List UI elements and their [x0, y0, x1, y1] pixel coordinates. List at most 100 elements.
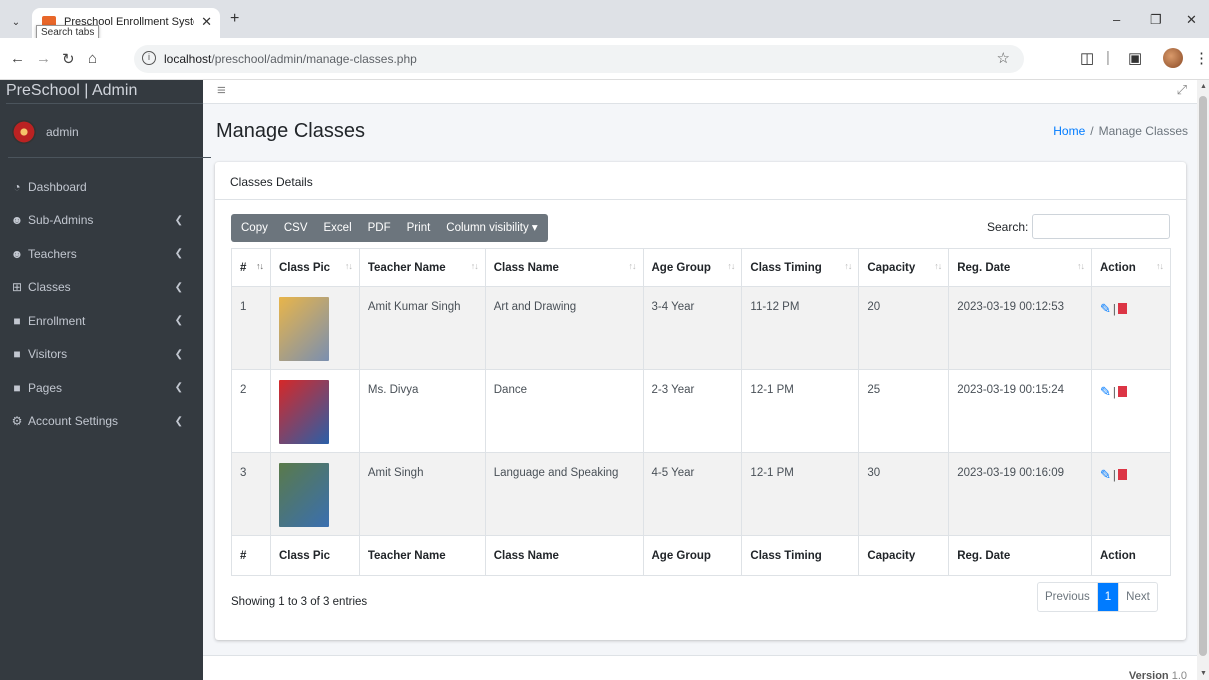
sidebar-item-visitors[interactable]: ■ Visitors ❮ — [0, 338, 203, 372]
back-icon[interactable]: ← — [10, 50, 25, 67]
side-panel-icon[interactable]: ▣ — [1128, 49, 1142, 67]
users-icon: ☻ — [10, 246, 24, 261]
reg-date: 2023-03-19 00:12:53 — [948, 286, 1092, 370]
fullscreen-icon[interactable]: ⤢ — [1177, 82, 1187, 98]
class-timing: 12-1 PM — [741, 369, 860, 453]
edit-icon[interactable]: ✎ — [1100, 467, 1111, 482]
action-separator: | — [1112, 470, 1116, 482]
search-input[interactable] — [1032, 214, 1170, 239]
next-page-button[interactable]: Next — [1118, 583, 1157, 611]
footer-class-timing: Class Timing — [741, 535, 860, 576]
sidebar-item-label: Pages — [28, 380, 63, 395]
chevron-left-icon: ❮ — [174, 415, 183, 427]
user-name[interactable]: admin — [46, 125, 79, 139]
column-header-action[interactable]: Action ↑↓ — [1091, 248, 1171, 287]
column-header-number[interactable]: # ↑↓ — [231, 248, 271, 287]
tab-close-icon[interactable]: ✕ — [201, 14, 212, 30]
excel-button[interactable]: Excel — [316, 214, 360, 242]
pagination: Previous 1 Next — [1037, 582, 1158, 612]
profile-avatar[interactable] — [1163, 48, 1183, 68]
sort-icon: ↑↓ — [934, 261, 942, 271]
teacher-name: Amit Singh — [358, 452, 486, 536]
trash-icon[interactable] — [1117, 469, 1127, 480]
scroll-down-icon[interactable]: ▼ — [1200, 670, 1207, 677]
table-footer-row: # Class Pic Teacher Name Class Name Age … — [231, 535, 1171, 576]
age-group: 4-5 Year — [642, 452, 743, 536]
column-header-reg-date[interactable]: Reg. Date ↑↓ — [948, 248, 1092, 287]
column-header-capacity[interactable]: Capacity ↑↓ — [858, 248, 950, 287]
sidebar-item-teachers[interactable]: ☻ Teachers ❮ — [0, 237, 203, 271]
sidebar-item-label: Visitors — [28, 347, 68, 362]
pdf-button[interactable]: PDF — [360, 214, 399, 242]
url-field[interactable]: i localhost/preschool/admin/manage-class… — [134, 45, 1024, 73]
browser-tab-bar: ⌄ Preschool Enrollment System | ✕ Search… — [0, 0, 1209, 40]
brand-link[interactable]: PreSchool | Admin — [6, 80, 203, 104]
classes-table: # ↑↓ Class Pic ↑↓ Teacher Name ↑↓ Class Nam… — [231, 248, 1171, 576]
column-visibility-button[interactable]: Column visibility ▾ — [438, 214, 547, 242]
sidebar-item-enrollment[interactable]: ■ Enrollment ❮ — [0, 304, 203, 338]
copy-button[interactable]: Copy — [231, 214, 276, 242]
sidebar-item-label: Enrollment — [28, 313, 86, 328]
sidebar-item-label: Account Settings — [28, 414, 119, 429]
extensions-icon[interactable]: ◫ — [1080, 49, 1094, 67]
version-text: Version 1.0 — [1128, 670, 1187, 680]
sidebar-item-dashboard[interactable]: ◔ Dashboard — [0, 170, 203, 204]
table-row: 3 Amit Singh Language and Speaking 4-5 Year… — [231, 452, 1171, 536]
bookmark-star-icon[interactable]: ☆ — [997, 49, 1010, 67]
url-host: localhost — [164, 52, 212, 66]
menu-toggle-icon[interactable]: ≡ — [217, 82, 226, 99]
home-icon[interactable]: ⌂ — [88, 50, 97, 67]
sidebar-item-sub-admins[interactable]: ☻ Sub-Admins ❮ — [0, 204, 203, 238]
column-header-age-group[interactable]: Age Group ↑↓ — [642, 248, 743, 287]
browser-menu-icon[interactable]: ⋮ — [1194, 49, 1209, 67]
sort-asc-icon: ↑↓ — [255, 261, 264, 271]
window-close-icon[interactable]: ✕ — [1186, 12, 1197, 28]
sidebar-item-pages[interactable]: ■ Pages ❮ — [0, 371, 203, 405]
action-separator: | — [1112, 387, 1116, 399]
age-group: 3-4 Year — [642, 286, 743, 370]
column-header-class-name[interactable]: Class Name ↑↓ — [484, 248, 644, 287]
row-number: 2 — [231, 369, 271, 453]
user-panel: admin — [8, 114, 211, 158]
previous-page-button[interactable]: Previous — [1038, 583, 1097, 611]
column-header-teacher-name[interactable]: Teacher Name ↑↓ — [358, 248, 486, 287]
restore-icon[interactable]: ❐ — [1150, 12, 1162, 28]
row-actions: ✎ | — [1091, 452, 1171, 536]
sidebar-item-classes[interactable]: ⊞ Classes ❮ — [0, 271, 203, 305]
class-name: Art and Drawing — [484, 286, 644, 370]
page-scrollbar[interactable]: ▲ ▼ — [1197, 80, 1209, 680]
row-number: 3 — [231, 452, 271, 536]
page-1-button[interactable]: 1 — [1096, 583, 1119, 611]
column-header-class-timing[interactable]: Class Timing ↑↓ — [741, 248, 860, 287]
tab-search-chevron-icon[interactable]: ⌄ — [6, 12, 26, 32]
sidebar-item-label: Dashboard — [28, 179, 87, 194]
url-path: /preschool/admin/manage-classes.php — [211, 52, 417, 66]
scroll-up-icon[interactable]: ▲ — [1200, 83, 1207, 90]
scroll-thumb[interactable] — [1199, 96, 1207, 656]
csv-button[interactable]: CSV — [276, 214, 316, 242]
site-info-icon[interactable]: i — [142, 51, 156, 65]
breadcrumb: Home / Manage Classes — [1000, 124, 1188, 138]
chevron-left-icon: ❮ — [174, 214, 183, 226]
footer-capacity: Capacity — [858, 535, 950, 576]
trash-icon[interactable] — [1117, 303, 1127, 314]
reload-icon[interactable]: ↻ — [62, 50, 75, 68]
top-navbar: ≡ ⤢ — [203, 80, 1197, 104]
breadcrumb-current: Manage Classes — [1098, 124, 1188, 138]
edit-icon[interactable]: ✎ — [1100, 384, 1111, 399]
print-button[interactable]: Print — [399, 214, 439, 242]
edit-icon[interactable]: ✎ — [1100, 301, 1111, 316]
class-picture — [278, 297, 329, 361]
column-header-class-pic[interactable]: Class Pic ↑↓ — [269, 248, 360, 287]
sidebar-item-label: Sub-Admins — [28, 213, 94, 228]
file-icon: ■ — [13, 347, 21, 362]
capacity: 20 — [858, 286, 950, 370]
breadcrumb-home-link[interactable]: Home — [1053, 124, 1085, 138]
class-name: Dance — [484, 369, 644, 453]
forward-icon[interactable]: → — [36, 50, 51, 67]
sidebar-item-account-settings[interactable]: ⚙ Account Settings ❮ — [0, 405, 203, 439]
trash-icon[interactable] — [1117, 386, 1127, 397]
new-tab-icon[interactable]: + — [230, 10, 239, 28]
chevron-left-icon: ❮ — [174, 248, 183, 260]
minimize-icon[interactable]: – — [1113, 12, 1120, 27]
